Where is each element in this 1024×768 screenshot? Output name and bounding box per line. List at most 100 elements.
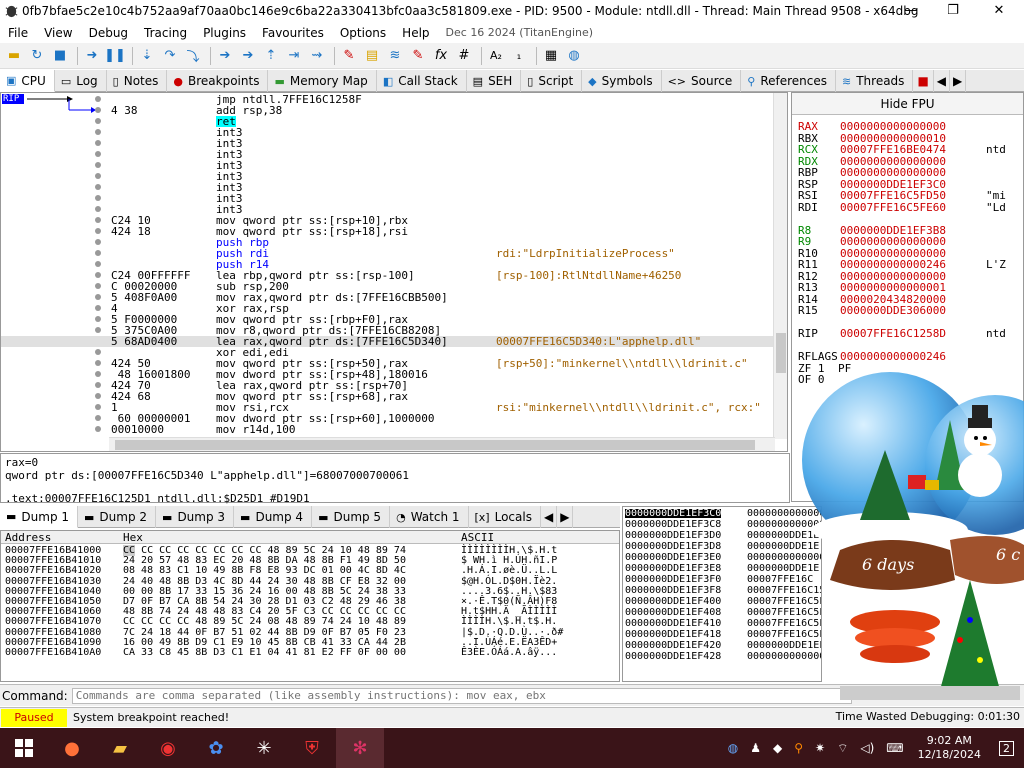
register-row[interactable]: RFLAGS 0000000000000246 (798, 351, 1018, 362)
hash-icon[interactable]: # (454, 46, 474, 66)
brightness-icon[interactable]: ✷ (815, 741, 825, 755)
register-row[interactable]: R8 0000000DDE1EF3B8 (798, 225, 1018, 236)
register-row[interactable] (798, 317, 1018, 328)
tab-locals[interactable]: [x] Locals (469, 506, 541, 528)
disasm-row[interactable]: 4 38 add rsp,38 (1, 105, 775, 116)
disasm-row[interactable]: int3 (1, 182, 775, 193)
tab-script[interactable]: ▯ Script (521, 70, 583, 92)
register-row[interactable]: RDI 00007FFE16C5FE60 "Ld (798, 202, 1018, 213)
stack-view[interactable]: 0000000DDE1EF3C0 0000000000000 0000000DDE1… (622, 506, 822, 682)
register-row[interactable]: R10 0000000000000000 (798, 248, 1018, 259)
strings-icon[interactable]: ₁ (509, 46, 529, 66)
close-button[interactable]: ✕ (976, 0, 1022, 22)
tab-references[interactable]: ⚲ References (741, 70, 836, 92)
register-row[interactable]: RIP 00007FFE16C1258D ntd (798, 328, 1018, 339)
clock[interactable]: 9:02 AM 12/18/2024 (918, 734, 981, 762)
register-row[interactable]: R13 0000000000000001 (798, 282, 1018, 293)
register-row[interactable]: RDX 0000000000000000 (798, 156, 1018, 167)
font-icon[interactable]: A₂ (486, 46, 506, 66)
menu-favourites[interactable]: Favourites (254, 26, 332, 40)
minimize-button[interactable]: — (888, 0, 934, 22)
menu-help[interactable]: Help (394, 26, 437, 40)
menu-file[interactable]: File (0, 26, 36, 40)
menu-tracing[interactable]: Tracing (136, 26, 195, 40)
tab-log[interactable]: ▭ Log (55, 70, 107, 92)
function-icon[interactable]: fx (431, 46, 451, 66)
tab-notes[interactable]: ▯ Notes (107, 70, 168, 92)
disasm-row[interactable]: int3 (1, 149, 775, 160)
step-into-arrow-icon[interactable]: ➔ (215, 46, 235, 66)
register-row[interactable] (798, 213, 1018, 224)
hide-fpu-button[interactable]: Hide FPU (792, 93, 1023, 115)
hex-dump-view[interactable]: Address Hex ASCII 00007FFE16B41000 CC CC … (0, 530, 620, 682)
tab-memory-map[interactable]: ▬ Memory Map (268, 70, 377, 92)
disassembly-view[interactable]: RIP jmp ntdll.7FFE16C1258F 4 38 add rsp,38… (0, 92, 788, 452)
register-row[interactable]: OF 0 (798, 374, 1018, 385)
register-row[interactable]: RBP 0000000000000000 (798, 167, 1018, 178)
step-over-icon[interactable]: ↷ (160, 46, 180, 66)
tab-dump-2[interactable]: ▬ Dump 2 (78, 506, 157, 528)
execute-till-return-icon[interactable]: ⇥ (284, 46, 304, 66)
trace-into-icon[interactable]: ⤵ (183, 46, 203, 66)
drop-icon[interactable]: ◆ (773, 741, 782, 755)
dump-row[interactable]: 00007FFE16B410A0 CA 33 C8 45 8B D3 C1 E1 … (1, 648, 619, 658)
disasm-row[interactable]: int3 (1, 160, 775, 171)
x64dbg-taskbar-icon[interactable]: ✻ (336, 728, 384, 768)
register-row[interactable]: R14 0000020434820000 (798, 294, 1018, 305)
register-row[interactable]: R11 0000000000000246 L'Z (798, 259, 1018, 270)
calculator-icon[interactable]: ▦ (541, 46, 561, 66)
input-icon[interactable]: ⌨ (886, 741, 903, 755)
tab-call-stack[interactable]: ◧ Call Stack (377, 70, 467, 92)
antivirus-icon[interactable]: ◉ (144, 728, 192, 768)
disasm-row[interactable]: int3 (1, 127, 775, 138)
disasm-row[interactable]: ret (1, 116, 775, 127)
disasm-row[interactable]: int3 (1, 171, 775, 182)
register-row[interactable]: R9 0000000000000000 (798, 236, 1018, 247)
disasm-row[interactable]: 5 68AD0400 lea rax,qword ptr ds:[7FFE16C5… (1, 336, 775, 347)
tab-threads[interactable]: ≋ Threads (836, 70, 914, 92)
tab-breakpoints[interactable]: ● Breakpoints (167, 70, 269, 92)
hide-debugger-icon[interactable]: ✎ (408, 46, 428, 66)
disasm-row[interactable]: 5 408F0A00 mov rax,qword ptr ds:[7FFE16CB… (1, 292, 775, 303)
disasm-row[interactable]: int3 (1, 138, 775, 149)
register-row[interactable]: RBX 0000000000000010 (798, 133, 1018, 144)
register-row[interactable]: RCX 00007FFE16BE0474 ntd (798, 144, 1018, 155)
tab-more[interactable]: ■ (913, 70, 934, 92)
close-file-icon[interactable]: ■ (50, 46, 70, 66)
pause-icon[interactable]: ❚❚ (104, 46, 126, 66)
register-row[interactable]: ZF 1 PF (798, 363, 1018, 374)
network-icon[interactable]: ◍ (728, 741, 738, 755)
register-row[interactable]: R12 0000000000000000 (798, 271, 1018, 282)
people-icon[interactable]: ♟ (750, 741, 761, 755)
shield-icon[interactable]: ⛨ (288, 728, 336, 768)
tab-scroll-right[interactable]: ▶ (950, 70, 967, 92)
trace-icon[interactable]: ≋ (385, 46, 405, 66)
scroll-thumb[interactable] (115, 440, 755, 450)
open-icon[interactable]: ▬ (4, 46, 24, 66)
disasm-row[interactable]: int3 (1, 193, 775, 204)
register-row[interactable]: RAX 0000000000000000 (798, 121, 1018, 132)
search-icon[interactable]: ⚲ (794, 741, 803, 755)
menu-plugins[interactable]: Plugins (195, 26, 254, 40)
register-row[interactable]: RSI 00007FFE16C5FD50 "mi (798, 190, 1018, 201)
step-over-arrow-icon[interactable]: ➔ (238, 46, 258, 66)
register-row[interactable] (798, 340, 1018, 351)
globe-icon[interactable]: ◍ (564, 46, 584, 66)
snowflake-icon[interactable]: ✳ (240, 728, 288, 768)
animate-icon[interactable]: ⇝ (307, 46, 327, 66)
tab-dump-4[interactable]: ▬ Dump 4 (234, 506, 313, 528)
menu-view[interactable]: View (36, 26, 80, 40)
disasm-row[interactable]: push rdi rdi:"LdrpInitializeProcess" (1, 248, 775, 259)
tab-watch-1[interactable]: ◔ Watch 1 (390, 506, 469, 528)
run-icon[interactable]: ➜ (82, 46, 102, 66)
tab-dump-5[interactable]: ▬ Dump 5 (312, 506, 391, 528)
tab-cpu[interactable]: ▣ CPU (0, 70, 55, 92)
disasm-row[interactable]: 60 00000001 mov dword ptr ss:[rsp+60],100… (1, 413, 775, 424)
register-row[interactable]: R15 0000000DDE306000 (798, 305, 1018, 316)
restart-icon[interactable]: ↻ (27, 46, 47, 66)
command-input[interactable] (71, 687, 852, 704)
disasm-row[interactable]: 424 18 mov qword ptr ss:[rsp+18],rsi (1, 226, 775, 237)
paint-icon[interactable]: ✿ (192, 728, 240, 768)
disasm-row[interactable]: 00010000 mov r14d,100 (1, 424, 775, 435)
menu-options[interactable]: Options (332, 26, 394, 40)
